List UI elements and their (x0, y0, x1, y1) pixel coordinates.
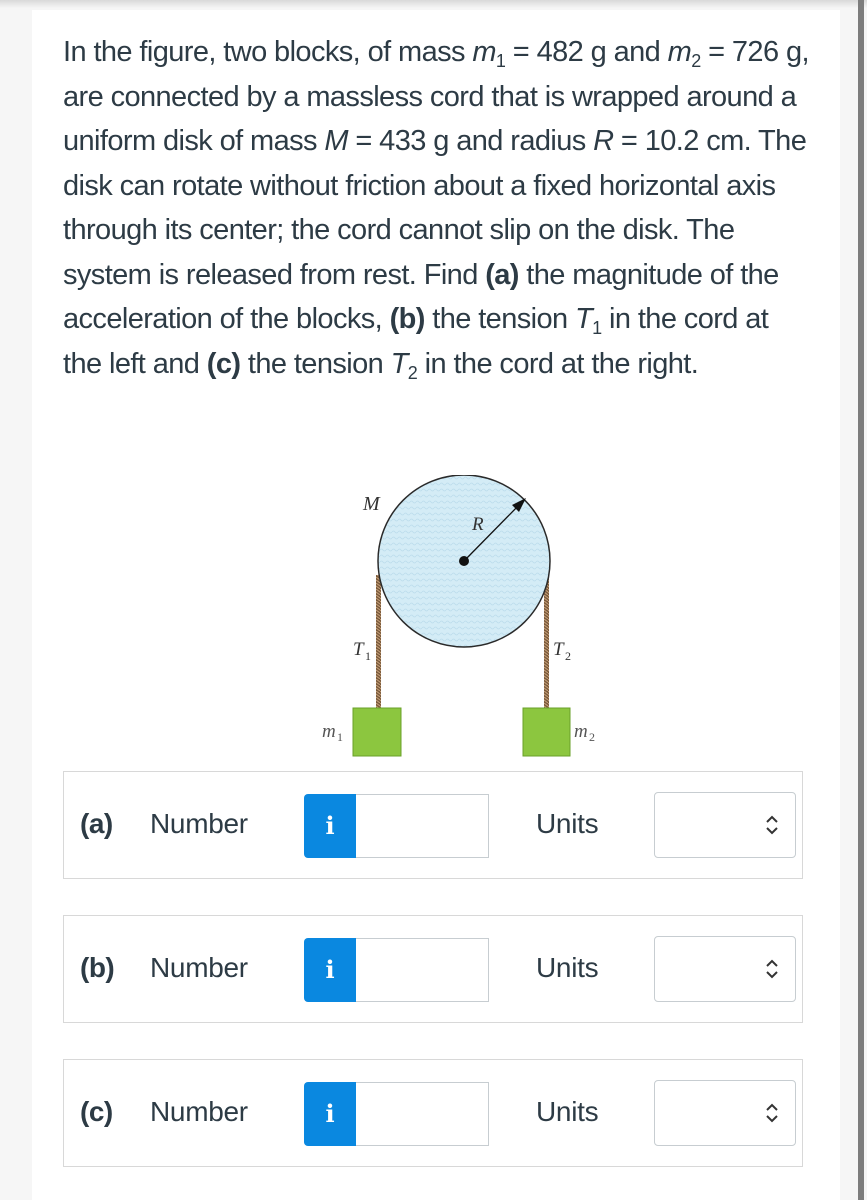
part-label: (b) (80, 952, 115, 983)
label-T2-sub: 2 (565, 649, 571, 663)
top-shadow (0, 0, 867, 8)
var-T1: T (575, 303, 593, 335)
var-M: M (324, 125, 348, 157)
number-input-group: i (304, 938, 489, 1002)
subscript: 1 (592, 318, 602, 338)
units-label: Units (536, 952, 599, 983)
pulley-diagram: M R T 1 T 2 m 1 m 2 (322, 474, 595, 757)
part-c-marker: (c) (206, 347, 241, 380)
subscript: 2 (691, 51, 701, 71)
var-m2: m (667, 36, 692, 68)
info-icon[interactable]: i (304, 1082, 356, 1146)
subscript: 2 (407, 362, 418, 383)
block-m2 (522, 707, 571, 757)
units-select-b[interactable] (654, 936, 796, 1002)
number-label: Number (150, 808, 248, 839)
info-icon[interactable]: i (304, 938, 356, 1002)
axis-dot (459, 556, 469, 566)
number-input-group: i (304, 794, 489, 858)
part-a-marker: (a) (485, 258, 519, 291)
var-R: R (593, 125, 614, 157)
select-arrows-icon (766, 959, 778, 979)
cord-left (376, 575, 381, 720)
label-R: R (471, 514, 484, 535)
label-T1-sub: 1 (365, 649, 371, 663)
number-input-b[interactable] (356, 938, 489, 1002)
question-segment: in the cord at the right. (417, 347, 699, 380)
question-text: In the figure, two blocks, of mass m1 = … (63, 30, 813, 386)
select-arrows-icon (766, 1103, 778, 1123)
label-T1: T (353, 639, 365, 660)
part-label: (c) (80, 1096, 113, 1127)
question-segment: = 433 g and radius (347, 125, 594, 157)
label-m2-sub: 2 (589, 730, 595, 744)
answer-row-c: (c) Number i Units (63, 1059, 803, 1167)
label-m1: m (322, 721, 336, 742)
number-input-a[interactable] (356, 794, 489, 858)
number-input-group: i (304, 1082, 489, 1146)
page-scrollbar[interactable] (858, 0, 864, 1200)
var-T2: T (390, 347, 409, 380)
label-T2: T (553, 639, 565, 660)
answer-row-b: (b) Number i Units (63, 915, 803, 1023)
subscript: 1 (495, 51, 506, 71)
var-m1: m (472, 36, 496, 68)
question-segment: the tension (240, 347, 391, 380)
select-arrows-icon (766, 815, 778, 835)
units-select-c[interactable] (654, 1080, 796, 1146)
part-b-marker: (b) (389, 303, 426, 335)
question-segment: In the figure, two blocks, of mass (63, 36, 473, 68)
units-label: Units (536, 1096, 599, 1127)
units-select-a[interactable] (654, 792, 796, 858)
answer-row-a: (a) Number i Units (63, 771, 803, 879)
block-m1 (352, 707, 402, 757)
number-label: Number (150, 1096, 248, 1127)
number-input-c[interactable] (356, 1082, 489, 1146)
part-label: (a) (80, 808, 113, 839)
units-label: Units (536, 808, 599, 839)
label-M: M (362, 493, 381, 515)
number-label: Number (150, 952, 248, 983)
question-card: In the figure, two blocks, of mass m1 = … (32, 10, 840, 1200)
question-segment: = 482 g and (505, 36, 668, 68)
label-m1-sub: 1 (337, 730, 343, 744)
question-segment: the tension (424, 303, 575, 335)
pulley-figure: M R T 1 T 2 m 1 m 2 (260, 474, 600, 765)
label-m2: m (574, 721, 588, 742)
info-icon[interactable]: i (304, 794, 356, 858)
